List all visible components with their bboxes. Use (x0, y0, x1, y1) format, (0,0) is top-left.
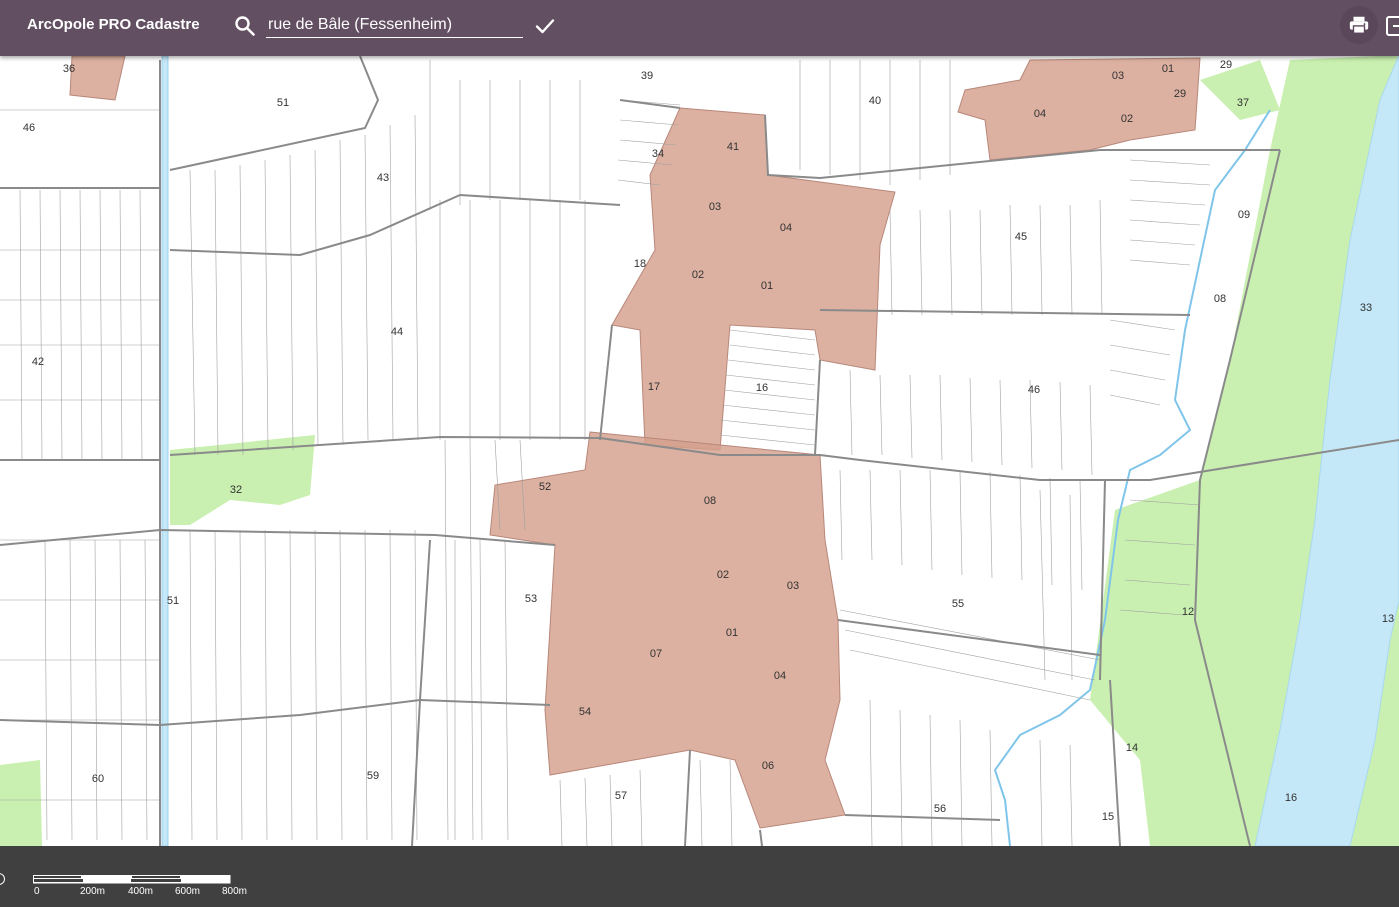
search-icon[interactable] (233, 14, 257, 38)
canal (161, 56, 169, 846)
top-bar: ArcOpole PRO Cadastre (0, 0, 1399, 56)
section-label: 59 (367, 770, 379, 782)
section-label: 09 (1238, 209, 1250, 221)
section-label: 06 (762, 760, 774, 772)
section-label: 52 (539, 481, 551, 493)
section-label: 42 (32, 356, 44, 368)
section-label: 03 (1112, 70, 1124, 82)
footer-bar: 0 200m 400m 600m 800m (0, 846, 1399, 907)
section-label: 46 (23, 122, 35, 134)
section-label: 41 (727, 141, 739, 153)
section-label: 51 (277, 97, 289, 109)
section-label: 34 (652, 148, 664, 160)
scale-label: 600m (175, 886, 201, 897)
section-label: 16 (1285, 792, 1297, 804)
section-label: 53 (525, 593, 537, 605)
section-label: 37 (1237, 97, 1249, 109)
section-label: 57 (615, 790, 627, 802)
section-label: 04 (780, 222, 792, 234)
cadastre-map[interactable]: 36 46 51 43 39 40 34 41 03 04 18 02 01 4… (0, 56, 1399, 846)
section-label: 54 (579, 706, 591, 718)
section-label: 12 (1182, 606, 1194, 618)
app-title: ArcOpole PRO Cadastre (27, 16, 200, 33)
section-label: 02 (1121, 113, 1133, 125)
section-label: 33 (1360, 302, 1372, 314)
section-label: 01 (761, 280, 773, 292)
section-label: 43 (377, 172, 389, 184)
section-label: 02 (717, 569, 729, 581)
section-label: 39 (641, 70, 653, 82)
section-label: 29 (1174, 88, 1186, 100)
scale-label: 400m (128, 886, 154, 897)
export-icon[interactable] (1385, 14, 1399, 38)
section-label: 55 (952, 598, 964, 610)
map-view[interactable]: 36 46 51 43 39 40 34 41 03 04 18 02 01 4… (0, 56, 1399, 846)
section-label: 45 (1015, 231, 1027, 243)
section-label: 04 (774, 670, 786, 682)
section-label: 60 (92, 773, 104, 785)
locate-icon[interactable] (0, 873, 5, 885)
section-label: 08 (1214, 293, 1226, 305)
section-label: 08 (704, 495, 716, 507)
section-label: 51 (167, 595, 179, 607)
section-label: 01 (1162, 63, 1174, 75)
section-label: 13 (1382, 613, 1394, 625)
section-label: 32 (230, 484, 242, 496)
check-icon[interactable] (533, 14, 557, 38)
scale-label: 800m (222, 886, 248, 897)
scale-label: 0 (34, 886, 40, 897)
print-button[interactable] (1340, 6, 1378, 44)
section-label: 02 (692, 269, 704, 281)
section-label: 17 (648, 381, 660, 393)
section-label: 04 (1034, 108, 1046, 120)
section-label: 07 (650, 648, 662, 660)
section-label: 16 (756, 382, 768, 394)
section-label: 15 (1102, 811, 1114, 823)
section-label: 46 (1028, 384, 1040, 396)
section-label: 36 (63, 63, 75, 75)
print-icon (1349, 16, 1369, 34)
section-label: 03 (709, 201, 721, 213)
section-label: 44 (391, 326, 403, 338)
section-label: 03 (787, 580, 799, 592)
section-label: 18 (634, 258, 646, 270)
scale-bar (33, 875, 231, 884)
search-input[interactable] (266, 14, 523, 38)
section-label: 14 (1126, 742, 1138, 754)
section-label: 40 (869, 95, 881, 107)
scale-label: 200m (80, 886, 106, 897)
section-label: 01 (726, 627, 738, 639)
section-label: 56 (934, 803, 946, 815)
section-label: 29 (1220, 59, 1232, 71)
